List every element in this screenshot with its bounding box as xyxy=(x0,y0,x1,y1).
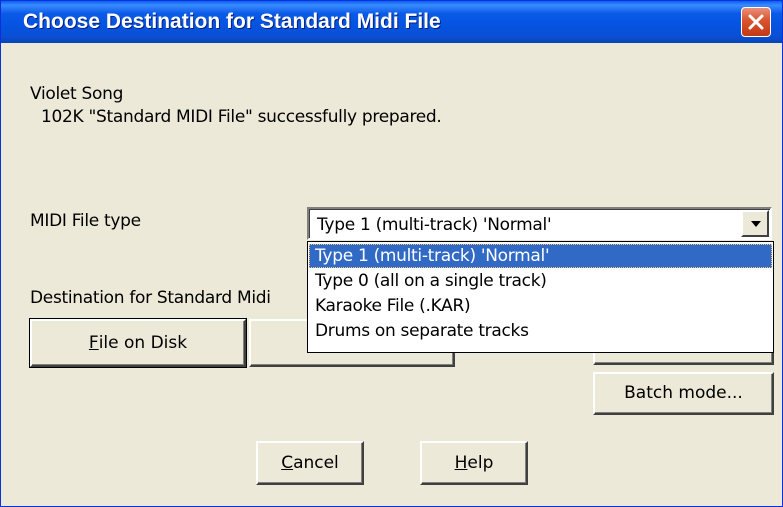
title-bar[interactable]: Choose Destination for Standard Midi Fil… xyxy=(1,1,782,43)
midi-file-type-value: Type 1 (multi-track) 'Normal' xyxy=(317,215,552,235)
help-label: Help xyxy=(454,453,494,473)
window-title: Choose Destination for Standard Midi Fil… xyxy=(23,10,441,33)
option-drums-separate[interactable]: Drums on separate tracks xyxy=(309,319,772,343)
batch-mode-label: Batch mode... xyxy=(624,383,743,403)
destination-label: Destination for Standard Midi xyxy=(30,288,271,308)
close-button[interactable] xyxy=(741,7,771,37)
midi-file-type-label: MIDI File type xyxy=(30,211,141,231)
option-karaoke[interactable]: Karaoke File (.KAR) xyxy=(309,294,772,318)
cancel-button[interactable]: Cancel xyxy=(256,441,364,485)
dialog-window: Choose Destination for Standard Midi Fil… xyxy=(0,0,783,507)
option-type1[interactable]: Type 1 (multi-track) 'Normal' xyxy=(309,244,772,268)
chevron-down-icon xyxy=(751,221,761,227)
status-message: 102K "Standard MIDI File" successfully p… xyxy=(41,107,442,127)
midi-file-type-select[interactable]: Type 1 (multi-track) 'Normal' xyxy=(307,207,772,240)
song-name: Violet Song xyxy=(30,84,124,104)
batch-mode-button[interactable]: Batch mode... xyxy=(593,372,774,415)
dropdown-arrow-button[interactable] xyxy=(741,210,769,237)
help-button[interactable]: Help xyxy=(420,441,528,485)
midi-file-type-dropdown: Type 1 (multi-track) 'Normal' Type 0 (al… xyxy=(307,241,774,353)
file-on-disk-button[interactable]: File on Disk xyxy=(29,318,247,368)
close-icon xyxy=(748,14,764,30)
cancel-label: Cancel xyxy=(281,453,339,473)
option-type0[interactable]: Type 0 (all on a single track) xyxy=(309,269,772,293)
file-on-disk-label: File on Disk xyxy=(88,333,188,353)
